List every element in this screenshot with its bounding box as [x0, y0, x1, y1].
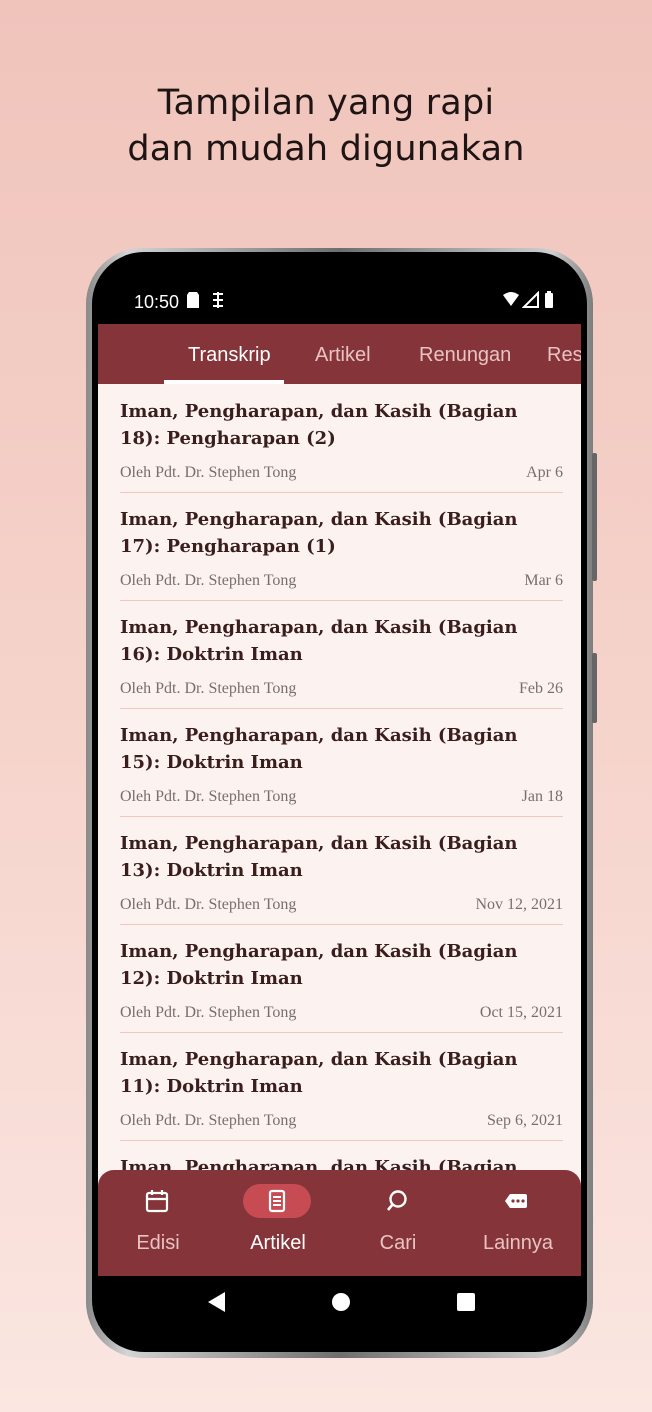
volume-button — [592, 453, 597, 581]
list-item[interactable]: Iman, Pengharapan, dan Kasih (Bagian 13)… — [120, 816, 563, 925]
signal-icon — [522, 291, 539, 308]
article-date: Apr 6 — [526, 464, 563, 481]
nav-label: Edisi — [136, 1232, 180, 1254]
wifi-icon — [503, 292, 519, 306]
article-date: Feb 26 — [519, 680, 563, 697]
article-author: Oleh Pdt. Dr. Stephen Tong — [120, 572, 297, 589]
status-time: 10:50 — [134, 292, 180, 312]
sd-card-icon — [187, 292, 199, 308]
headline-line-1: Tampilan yang rapi — [157, 83, 495, 123]
list-item[interactable]: Iman, Pengharapan, dan Kasih (Bagian 17)… — [120, 492, 563, 601]
list-item[interactable]: Iman, Pengharapan, dan Kasih (Bagian 16)… — [120, 600, 563, 709]
article-date: Nov 12, 2021 — [475, 896, 563, 913]
article-icon — [268, 1189, 286, 1213]
article-date: Jan 18 — [521, 788, 563, 805]
article-author: Oleh Pdt. Dr. Stephen Tong — [120, 896, 297, 913]
back-icon[interactable] — [208, 1292, 226, 1312]
phone-screen: 10:50 Transkrip Artikel Renungan Rese Im… — [98, 282, 581, 1326]
nav-edisi[interactable]: Edisi — [98, 1170, 218, 1276]
article-title: Iman, Pengharapan, dan Kasih (Bagian 16)… — [120, 617, 518, 665]
article-title: Iman, Pengharapan, dan Kasih (Bagian 17)… — [120, 509, 518, 557]
nav-label: Cari — [379, 1232, 417, 1254]
calendar-icon — [145, 1190, 169, 1213]
home-icon[interactable] — [331, 1292, 351, 1312]
article-author: Oleh Pdt. Dr. Stephen Tong — [120, 1004, 297, 1021]
promo-headline: Tampilan yang rapi dan mudah digunakan — [0, 80, 652, 172]
article-author: Oleh Pdt. Dr. Stephen Tong — [120, 1112, 297, 1129]
notification-icon — [213, 292, 223, 308]
recents-icon[interactable] — [456, 1292, 476, 1312]
phone-frame: 10:50 Transkrip Artikel Renungan Rese Im… — [86, 248, 597, 1358]
more-icon — [505, 1194, 527, 1208]
tab-renungan[interactable]: Renungan — [419, 324, 511, 384]
list-item[interactable]: Iman, Pengharapan, dan Kasih (Bagian 18)… — [120, 384, 563, 493]
article-author: Oleh Pdt. Dr. Stephen Tong — [120, 464, 297, 481]
search-icon — [386, 1190, 407, 1211]
article-date: Mar 6 — [524, 572, 563, 589]
article-date: Oct 15, 2021 — [479, 1004, 563, 1021]
article-title: Iman, Pengharapan, dan Kasih (Bagian 11)… — [120, 1049, 518, 1097]
power-button — [592, 653, 597, 723]
phone-bezel: 10:50 Transkrip Artikel Renungan Rese Im… — [92, 252, 587, 1352]
list-item[interactable]: Iman, Pengharapan, dan Kasih (Bagian 12)… — [120, 924, 563, 1033]
nav-artikel[interactable]: Artikel — [218, 1170, 338, 1276]
article-title: Iman, Pengharapan, dan Kasih (Bagian 15)… — [120, 725, 518, 773]
article-title: Iman, Pengharapan, dan Kasih (Bagian 18)… — [120, 401, 518, 449]
article-title: Iman, Pengharapan, dan Kasih (Bagian 13)… — [120, 833, 518, 881]
bottom-navigation: Edisi Artikel Cari Lainnya — [98, 1170, 581, 1276]
headline-line-2: dan mudah digunakan — [127, 129, 525, 169]
nav-lainnya[interactable]: Lainnya — [458, 1170, 578, 1276]
battery-icon — [545, 291, 553, 308]
list-item[interactable]: Iman, Pengharapan, dan Kasih (Bagian 15)… — [120, 708, 563, 817]
system-navigation — [98, 1276, 581, 1326]
category-tabs: Transkrip Artikel Renungan Rese — [98, 324, 581, 384]
article-date: Sep 6, 2021 — [487, 1112, 563, 1129]
list-item[interactable]: Iman, Pengharapan, dan Kasih (Bagian 11)… — [120, 1032, 563, 1141]
nav-cari[interactable]: Cari — [338, 1170, 458, 1276]
article-author: Oleh Pdt. Dr. Stephen Tong — [120, 680, 297, 697]
nav-label: Lainnya — [482, 1232, 554, 1254]
tab-artikel[interactable]: Artikel — [315, 324, 371, 384]
nav-label: Artikel — [250, 1232, 306, 1254]
status-bar: 10:50 — [98, 282, 581, 324]
article-title: Iman, Pengharapan, dan Kasih (Bagian 12)… — [120, 941, 518, 989]
tab-resensi[interactable]: Rese — [547, 324, 581, 384]
article-list: Iman, Pengharapan, dan Kasih (Bagian 18)… — [98, 384, 581, 1200]
article-author: Oleh Pdt. Dr. Stephen Tong — [120, 788, 297, 805]
tab-transkrip[interactable]: Transkrip — [188, 324, 271, 384]
